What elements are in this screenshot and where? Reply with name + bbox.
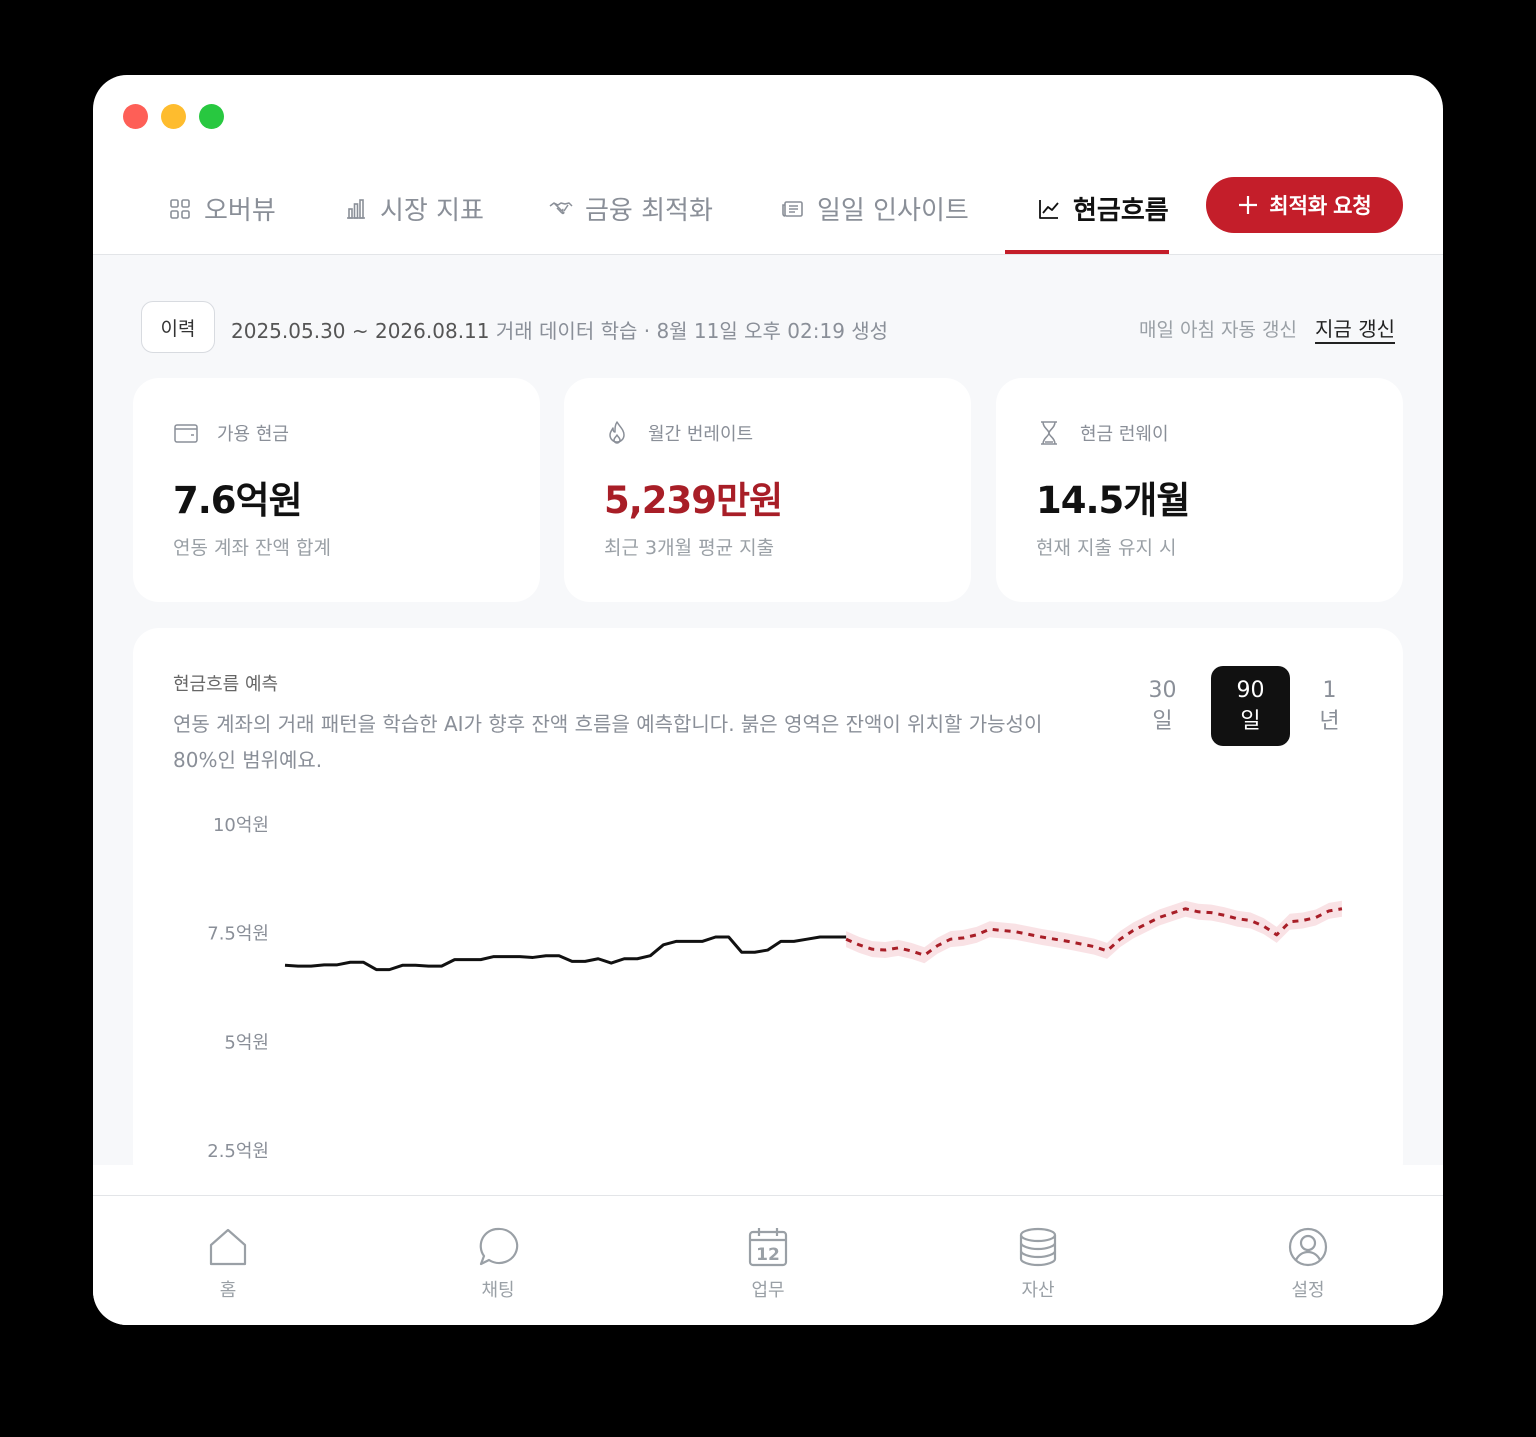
nav-label: 자산 bbox=[1021, 1280, 1055, 1301]
calendar-icon: 12 bbox=[748, 1228, 788, 1267]
nav-chat[interactable]: 채팅 bbox=[438, 1226, 558, 1302]
monthly-burn-card: 월간 번레이트 5,239만원 최근 3개월 평균 지출 bbox=[564, 378, 971, 602]
y-axis-tick-label: 2.5억원 bbox=[207, 1141, 269, 1162]
y-axis-tick-label: 7.5억원 bbox=[207, 924, 269, 945]
range-unit: 년 bbox=[1319, 709, 1340, 734]
card-label-text: 현금 런웨이 bbox=[1080, 424, 1169, 445]
nav-settings[interactable]: 설정 bbox=[1248, 1226, 1368, 1302]
actual-balance-line bbox=[284, 935, 847, 972]
tab-label: 현금흐름 bbox=[1073, 196, 1169, 226]
home-icon bbox=[209, 1228, 247, 1266]
range-number: 1 bbox=[1322, 678, 1337, 703]
cashflow-forecast-card: 10억원 7.5억원 5억원 2.5억원 현금흐름 예측 연동 계좌의 거래 패턴을 … bbox=[133, 628, 1403, 1165]
range-number: 90 bbox=[1236, 678, 1265, 703]
grid-icon bbox=[170, 198, 190, 219]
flame-icon bbox=[609, 421, 625, 444]
cash-runway-card: 현금 런웨이 14.5개월 현재 지출 유지 시 bbox=[996, 378, 1403, 602]
cta-label: 최적화 요청 bbox=[1269, 195, 1372, 218]
history-range: 2025.05.30 ~ 2026.08.11 거래 데이터 학습 · 8월 1… bbox=[231, 315, 888, 344]
tab-market-indicators[interactable]: 시장 지표 bbox=[344, 163, 484, 254]
nav-label: 홈 bbox=[219, 1280, 237, 1301]
tab-label: 금융 최적화 bbox=[585, 196, 713, 226]
nav-label: 채팅 bbox=[481, 1280, 515, 1301]
card-value: 14.5개월 bbox=[1036, 479, 1190, 522]
nav-label: 설정 bbox=[1291, 1280, 1325, 1301]
y-axis-tick-label: 10억원 bbox=[213, 815, 269, 836]
available-cash-card: 가용 현금 7.6억원 연동 계좌 잔액 합계 bbox=[133, 378, 540, 602]
auto-refresh-note: 매일 아침 자동 갱신 bbox=[1139, 319, 1297, 341]
range-number: 30 bbox=[1148, 678, 1177, 703]
newspaper-icon bbox=[782, 200, 803, 217]
card-label: 가용 현금 bbox=[173, 420, 289, 446]
card-label: 월간 번레이트 bbox=[604, 420, 753, 446]
y-axis-tick-label: 5억원 bbox=[224, 1032, 269, 1053]
chart-title: 현금흐름 예측 bbox=[173, 674, 279, 695]
coins-icon bbox=[1019, 1227, 1057, 1267]
nav-tasks[interactable]: 12 업무 bbox=[708, 1226, 828, 1302]
bar-chart-icon bbox=[347, 198, 365, 219]
bottom-navigation: 홈 채팅 12 업무 자산 설정 bbox=[93, 1195, 1443, 1325]
tab-daily-insight[interactable]: 일일 인사이트 bbox=[781, 163, 969, 254]
user-circle-icon bbox=[1288, 1227, 1328, 1267]
card-description: 현재 지출 유지 시 bbox=[1036, 537, 1177, 559]
card-description: 최근 3개월 평균 지출 bbox=[604, 537, 775, 559]
date-range: 2025.05.30 ~ 2026.08.11 bbox=[231, 319, 490, 343]
range-1y-button[interactable]: 1년 bbox=[1290, 666, 1369, 746]
handshake-icon bbox=[549, 201, 573, 214]
app-window: 오버뷰 시장 지표 금융 최적화 일일 인사이트 현금흐름 최적화 요청 이력 … bbox=[93, 75, 1443, 1325]
window-controls bbox=[123, 104, 224, 129]
zoom-window-button[interactable] bbox=[199, 104, 224, 129]
range-90d-button[interactable]: 90 일 bbox=[1211, 666, 1290, 746]
calendar-day-number: 12 bbox=[756, 1245, 780, 1265]
nav-home[interactable]: 홈 bbox=[168, 1226, 288, 1302]
card-description: 연동 계좌 잔액 합계 bbox=[173, 537, 331, 559]
tab-label: 시장 지표 bbox=[380, 196, 484, 226]
tab-bar: 오버뷰 시장 지표 금융 최적화 일일 인사이트 현금흐름 최적화 요청 bbox=[93, 163, 1443, 255]
tab-cashflow[interactable]: 현금흐름 bbox=[1005, 163, 1169, 254]
card-value: 7.6억원 bbox=[173, 479, 303, 522]
card-label: 현금 런웨이 bbox=[1036, 420, 1169, 446]
range-unit: 일 bbox=[1152, 709, 1173, 734]
history-button[interactable]: 이력 bbox=[141, 301, 215, 353]
minimize-window-button[interactable] bbox=[161, 104, 186, 129]
hourglass-icon bbox=[1041, 421, 1057, 445]
plus-icon bbox=[1239, 196, 1258, 214]
tab-overview[interactable]: 오버뷰 bbox=[168, 163, 276, 254]
card-label-text: 가용 현금 bbox=[217, 424, 289, 445]
nav-label: 업무 bbox=[751, 1280, 785, 1301]
card-label-text: 월간 번레이트 bbox=[648, 424, 754, 445]
tab-label: 일일 인사이트 bbox=[817, 196, 969, 226]
main-content: 이력 2025.05.30 ~ 2026.08.11 거래 데이터 학습 · 8… bbox=[93, 255, 1443, 1165]
history-subtitle: 거래 데이터 학습 · 8월 11일 오후 02:19 생성 bbox=[489, 319, 889, 343]
range-unit: 일 bbox=[1240, 709, 1261, 734]
nav-assets[interactable]: 자산 bbox=[978, 1226, 1098, 1302]
wallet-icon bbox=[174, 424, 198, 443]
card-value: 5,239만원 bbox=[604, 479, 783, 522]
chat-icon bbox=[479, 1227, 519, 1266]
tab-financial-optimization[interactable]: 금융 최적화 bbox=[549, 163, 713, 254]
range-30d-button[interactable]: 30 일 bbox=[1123, 666, 1202, 746]
request-optimization-button[interactable]: 최적화 요청 bbox=[1206, 177, 1403, 233]
trend-line-icon bbox=[1039, 199, 1059, 219]
chart-description: 연동 계좌의 거래 패턴을 학습한 AI가 향후 잔액 흐름을 예측합니다. 붉… bbox=[173, 712, 1043, 772]
tab-label: 오버뷰 bbox=[204, 196, 276, 226]
close-window-button[interactable] bbox=[123, 104, 148, 129]
refresh-now-link[interactable]: 지금 갱신 bbox=[1315, 313, 1395, 342]
